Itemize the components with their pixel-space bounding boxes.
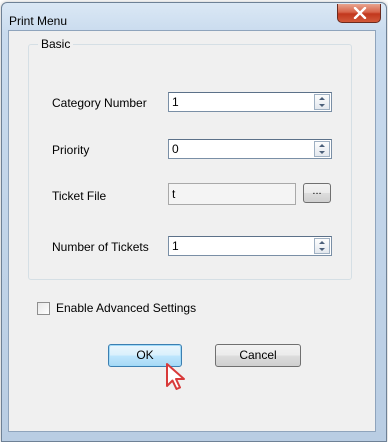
priority-spin-buttons[interactable] xyxy=(314,141,330,157)
spin-down-icon[interactable] xyxy=(319,151,325,154)
number-of-tickets-stepper[interactable]: 1 xyxy=(168,236,332,256)
priority-label: Priority xyxy=(52,143,90,157)
priority-value: 0 xyxy=(172,142,179,156)
cancel-button[interactable]: Cancel xyxy=(215,344,301,367)
spin-down-icon[interactable] xyxy=(319,248,325,251)
close-button[interactable] xyxy=(337,4,381,23)
spin-down-icon[interactable] xyxy=(319,104,325,107)
category-number-label: Category Number xyxy=(52,96,147,110)
spin-up-icon[interactable] xyxy=(319,144,325,147)
spin-up-icon[interactable] xyxy=(319,241,325,244)
window-title: Print Menu xyxy=(9,14,68,28)
browse-ticket-file-button[interactable]: ... xyxy=(303,183,331,203)
basic-group-title: Basic xyxy=(38,37,74,51)
title-bar[interactable]: Print Menu xyxy=(2,3,386,31)
spin-up-icon[interactable] xyxy=(319,97,325,100)
mouse-cursor-icon xyxy=(166,363,185,390)
category-number-value: 1 xyxy=(172,95,179,109)
number-of-tickets-value: 1 xyxy=(172,239,179,253)
ticket-file-field[interactable]: t xyxy=(168,183,296,205)
ticket-file-label: Ticket File xyxy=(52,189,107,203)
priority-stepper[interactable]: 0 xyxy=(168,139,332,159)
category-number-spin-buttons[interactable] xyxy=(314,94,330,110)
close-icon xyxy=(353,7,367,19)
number-of-tickets-label: Number of Tickets xyxy=(52,240,149,254)
enable-advanced-settings-checkbox[interactable] xyxy=(37,302,50,315)
enable-advanced-settings-label[interactable]: Enable Advanced Settings xyxy=(56,301,196,315)
category-number-stepper[interactable]: 1 xyxy=(168,92,332,112)
number-of-tickets-spin-buttons[interactable] xyxy=(314,238,330,254)
ticket-file-value: t xyxy=(172,187,176,201)
